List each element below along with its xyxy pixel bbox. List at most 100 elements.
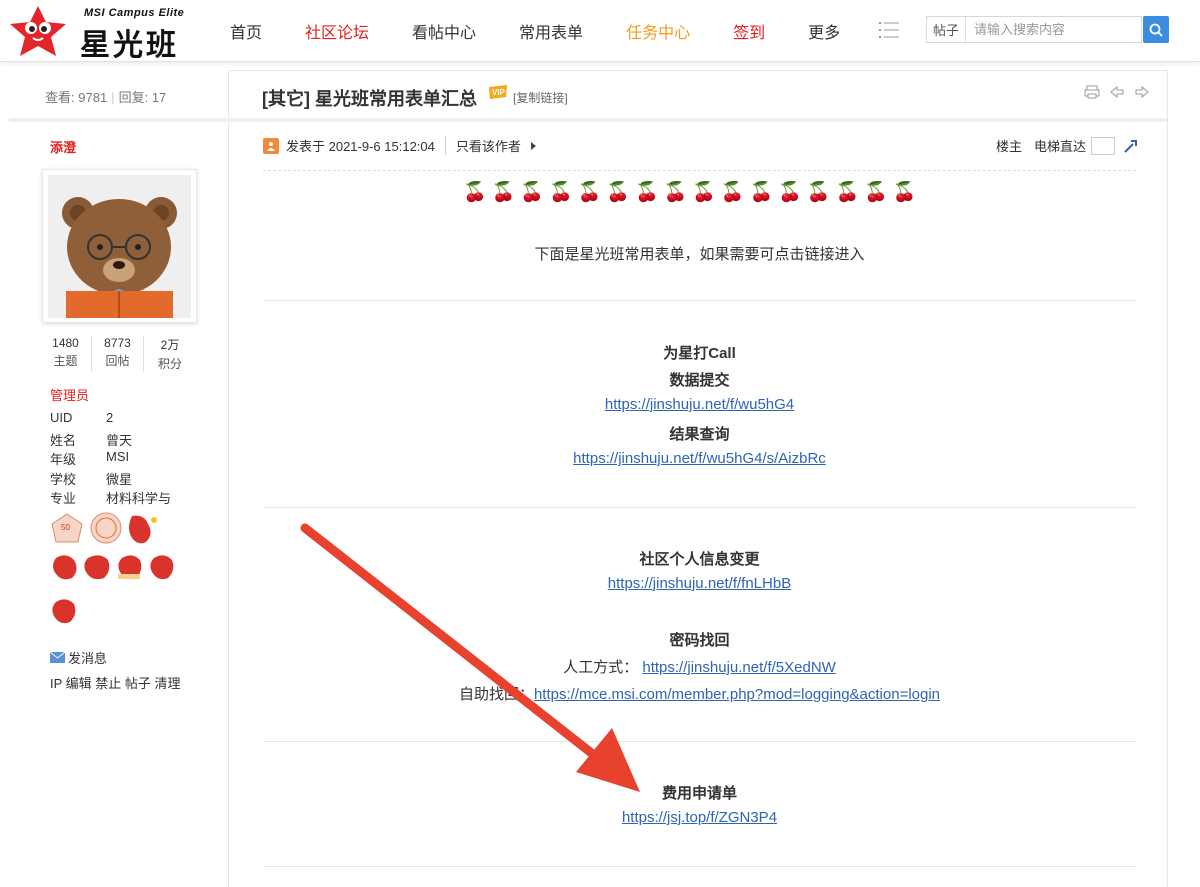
nav-forum[interactable]: 社区论坛 [305,19,369,43]
info-value: 曾天 [106,432,133,448]
self-label: 自助找回： [458,686,534,703]
svg-text:50: 50 [61,523,70,532]
stat-replies[interactable]: 8773 回帖 [92,336,144,372]
manual-label: 人工方式： [563,659,639,676]
medals: 50 [51,512,174,624]
caret-right-icon [530,141,536,150]
views-label: 查看: [45,90,75,105]
dragon-medal-icon[interactable] [129,515,157,544]
cherry-row: 🍒🍒🍒🍒🍒🍒🍒🍒🍒🍒🍒🍒🍒🍒🍒🍒 [463,182,922,203]
medal-2023-icon[interactable] [90,512,122,544]
svg-text:VIP: VIP [492,88,506,97]
section-subtitle: 数据提交 [669,372,730,389]
info-row-grade: 年级 MSI [50,449,171,469]
info-key: 姓名 [50,432,77,448]
section-title: 为星打Call [663,345,736,362]
menu-list-icon[interactable] [879,21,899,39]
user-role[interactable]: 管理员 [50,385,89,404]
goto-floor-icon[interactable] [1123,138,1139,154]
section-subtitle: 密码找回 [669,632,730,649]
elevator-label: 电梯直达 [1034,139,1087,154]
stat-replies-num: 8773 [104,336,131,350]
info-key: 年级 [50,452,77,467]
search-input[interactable] [966,17,1137,42]
author-post-icon [263,137,279,154]
thread-stats: 查看: 9781 | 回复: 17 [45,90,167,105]
info-row-uid: UID 2 [50,410,171,430]
dragon-medal-icon[interactable] [53,555,77,580]
link-self-recovery[interactable]: https://mce.msi.com/member.php?mod=loggi… [534,686,940,703]
post-intro: 下面是星光班常用表单，如果需要可点击链接进入 [534,246,865,263]
search-box: 帖子 [926,16,1142,43]
logo-subtitle: MSI Campus Elite [84,7,185,19]
link-expense-form[interactable]: https://jsj.top/f/ZGN3P4 [622,809,777,826]
divider [263,866,1136,867]
nav-posts[interactable]: 看帖中心 [412,19,476,43]
post-date: 发表于 2021-9-6 15:12:04 [286,139,435,154]
author-stats: 1480 主题 8773 回帖 2万 积分 [40,336,196,372]
divider [263,300,1136,301]
stat-points-label: 积分 [157,357,182,371]
thread-header-bar [9,71,1167,122]
floor-label: 楼主 [996,139,1023,154]
floor-info: 楼主 电梯直达 [996,136,1139,155]
thread-tools [1084,84,1150,100]
medal-50-icon[interactable]: 50 [51,513,83,543]
section-call: 为星打Call 数据提交 https://jinshuju.net/f/wu5h… [263,342,1136,477]
top-header: MSI Campus Elite 星光班 首页 社区论坛 看帖中心 常用表单 任… [0,0,1200,62]
info-value: MSI [106,449,130,464]
info-row-school: 学校 微星 [50,469,171,489]
author-only-link[interactable]: 只看该作者 [444,136,521,155]
logo-title: 星光班 [80,29,179,62]
nav-checkin[interactable]: 签到 [733,19,765,43]
site-logo[interactable]: MSI Campus Elite 星光班 [6,4,206,62]
nav-tasks[interactable]: 任务中心 [626,19,690,43]
info-key: 学校 [50,471,77,487]
section-title: 社区个人信息变更 [639,551,760,568]
admin-links[interactable]: IP 编辑 禁止 帖子 清理 [50,673,181,692]
section-subtitle: 结果查询 [669,426,730,443]
replies-count: 17 [151,90,167,105]
info-key: UID [50,410,73,425]
divider [263,741,1136,742]
info-value: 材料科学与 [106,491,172,506]
stat-topics[interactable]: 1480 主题 [40,336,92,372]
link-profile-change[interactable]: https://jinshuju.net/f/fnLHbB [608,575,791,592]
nav-forms[interactable]: 常用表单 [519,19,583,43]
link-data-submit[interactable]: https://jinshuju.net/f/wu5hG4 [605,396,794,413]
dragon-medal-icon[interactable] [52,599,76,624]
vip-badge-icon: VIP [489,85,507,99]
info-row-major: 专业 材料科学与 [50,488,171,508]
dragon-medal-icon[interactable] [118,555,142,580]
avatar[interactable] [42,169,197,323]
stat-points[interactable]: 2万 积分 [144,336,196,372]
search-icon [1149,23,1163,37]
section-expense: 费用申请单 https://jsj.top/f/ZGN3P4 [263,782,1136,836]
nav-more[interactable]: 更多 [808,19,840,43]
dragon-medal-icon[interactable] [150,555,174,580]
main-nav: 首页 社区论坛 看帖中心 常用表单 任务中心 签到 更多 [230,0,883,62]
info-value: 2 [106,410,114,425]
send-message-link[interactable]: 发消息 [50,648,107,667]
link-manual-recovery[interactable]: https://jinshuju.net/f/5XedNW [642,659,835,676]
divider [263,507,1136,508]
stat-topics-label: 主题 [53,354,78,368]
info-key: 专业 [50,491,77,506]
prev-thread-icon[interactable] [1109,84,1125,100]
floor-input[interactable] [1091,136,1116,155]
search-button[interactable] [1143,16,1169,43]
print-icon[interactable] [1084,84,1100,100]
next-thread-icon[interactable] [1134,84,1150,100]
dragon-medal-icon[interactable] [84,555,110,580]
link-result-query[interactable]: https://jinshuju.net/f/wu5hG4/s/AizbRc [573,450,826,467]
replies-label: 回复: [118,90,149,105]
bear-avatar-icon [48,175,191,318]
search-type-select[interactable]: 帖子 [927,17,967,42]
star-mascot-icon [10,6,66,56]
stat-replies-label: 回帖 [105,354,130,368]
stat-points-num: 2万 [160,338,180,352]
copy-link[interactable]: [复制链接] [513,89,568,106]
author-name[interactable]: 添澄 [50,137,76,156]
nav-home[interactable]: 首页 [230,19,262,43]
section-profile: 社区个人信息变更 https://jinshuju.net/f/fnLHbB 密… [263,548,1136,710]
